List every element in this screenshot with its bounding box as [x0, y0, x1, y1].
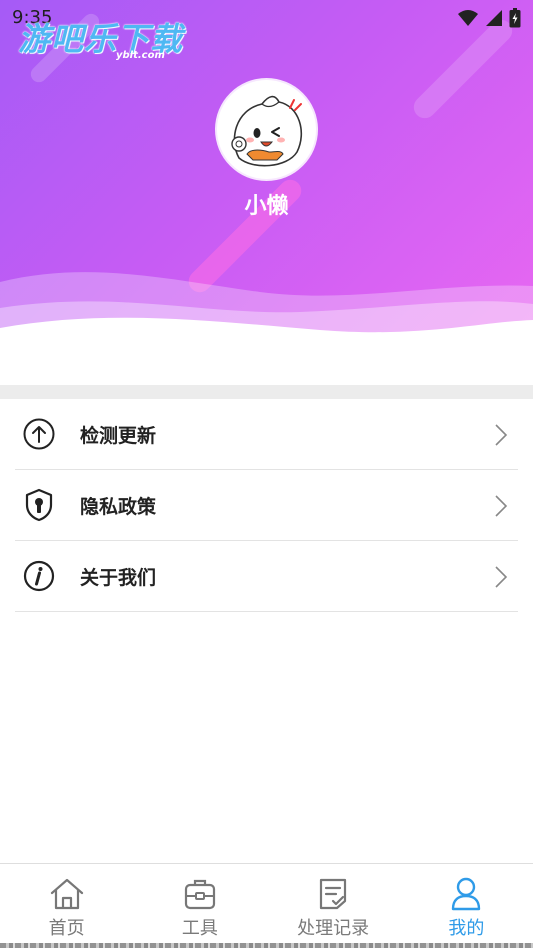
header-waves [0, 272, 533, 370]
info-circle-icon [22, 559, 56, 593]
records-icon [317, 877, 349, 911]
nav-label: 我的 [448, 918, 485, 939]
nav-item-home[interactable]: 首页 [0, 864, 133, 948]
profile-header: 9:35 游吧乐下载 yblt.com 小懒 [0, 0, 533, 370]
home-icon [49, 877, 85, 911]
nav-item-tools[interactable]: 工具 [133, 864, 266, 948]
user-icon [450, 877, 482, 911]
shield-lock-icon [22, 488, 56, 522]
bottom-navigation: 首页 工具 处理记录 我的 [0, 863, 533, 948]
menu-item-label: 关于我们 [80, 566, 157, 589]
chevron-right-icon [495, 495, 508, 517]
watermark-subtext: yblt.com [116, 50, 165, 61]
nav-label: 首页 [48, 918, 85, 939]
menu-item-label: 隐私政策 [80, 495, 157, 518]
nav-label: 处理记录 [297, 918, 370, 939]
menu-item-about-us[interactable]: 关于我们 [15, 541, 518, 612]
mascot-avatar-icon [231, 95, 303, 167]
status-icons [457, 8, 521, 28]
section-divider [0, 385, 533, 399]
chevron-right-icon [495, 566, 508, 588]
battery-charging-icon [509, 8, 521, 28]
upload-circle-icon [22, 417, 56, 451]
username: 小懒 [244, 194, 289, 219]
wifi-icon [458, 10, 478, 26]
toolbox-icon [183, 877, 217, 911]
watermark-logo: 游吧乐下载 yblt.com [18, 14, 183, 61]
nav-item-mine[interactable]: 我的 [400, 864, 533, 948]
menu-item-check-update[interactable]: 检测更新 [15, 399, 518, 470]
avatar[interactable] [217, 80, 316, 179]
cellular-signal-icon [486, 10, 502, 26]
menu-item-label: 检测更新 [80, 424, 157, 447]
nav-label: 工具 [181, 918, 218, 939]
settings-menu: 检测更新 隐私政策 关于我们 [0, 399, 533, 612]
nav-item-records[interactable]: 处理记录 [267, 864, 400, 948]
chevron-right-icon [495, 424, 508, 446]
bottom-edge-artifact [0, 943, 533, 948]
menu-item-privacy-policy[interactable]: 隐私政策 [15, 470, 518, 541]
profile-screen: 9:35 游吧乐下载 yblt.com 小懒 检测更新 隐私政策 关于我们 首页… [0, 0, 533, 948]
